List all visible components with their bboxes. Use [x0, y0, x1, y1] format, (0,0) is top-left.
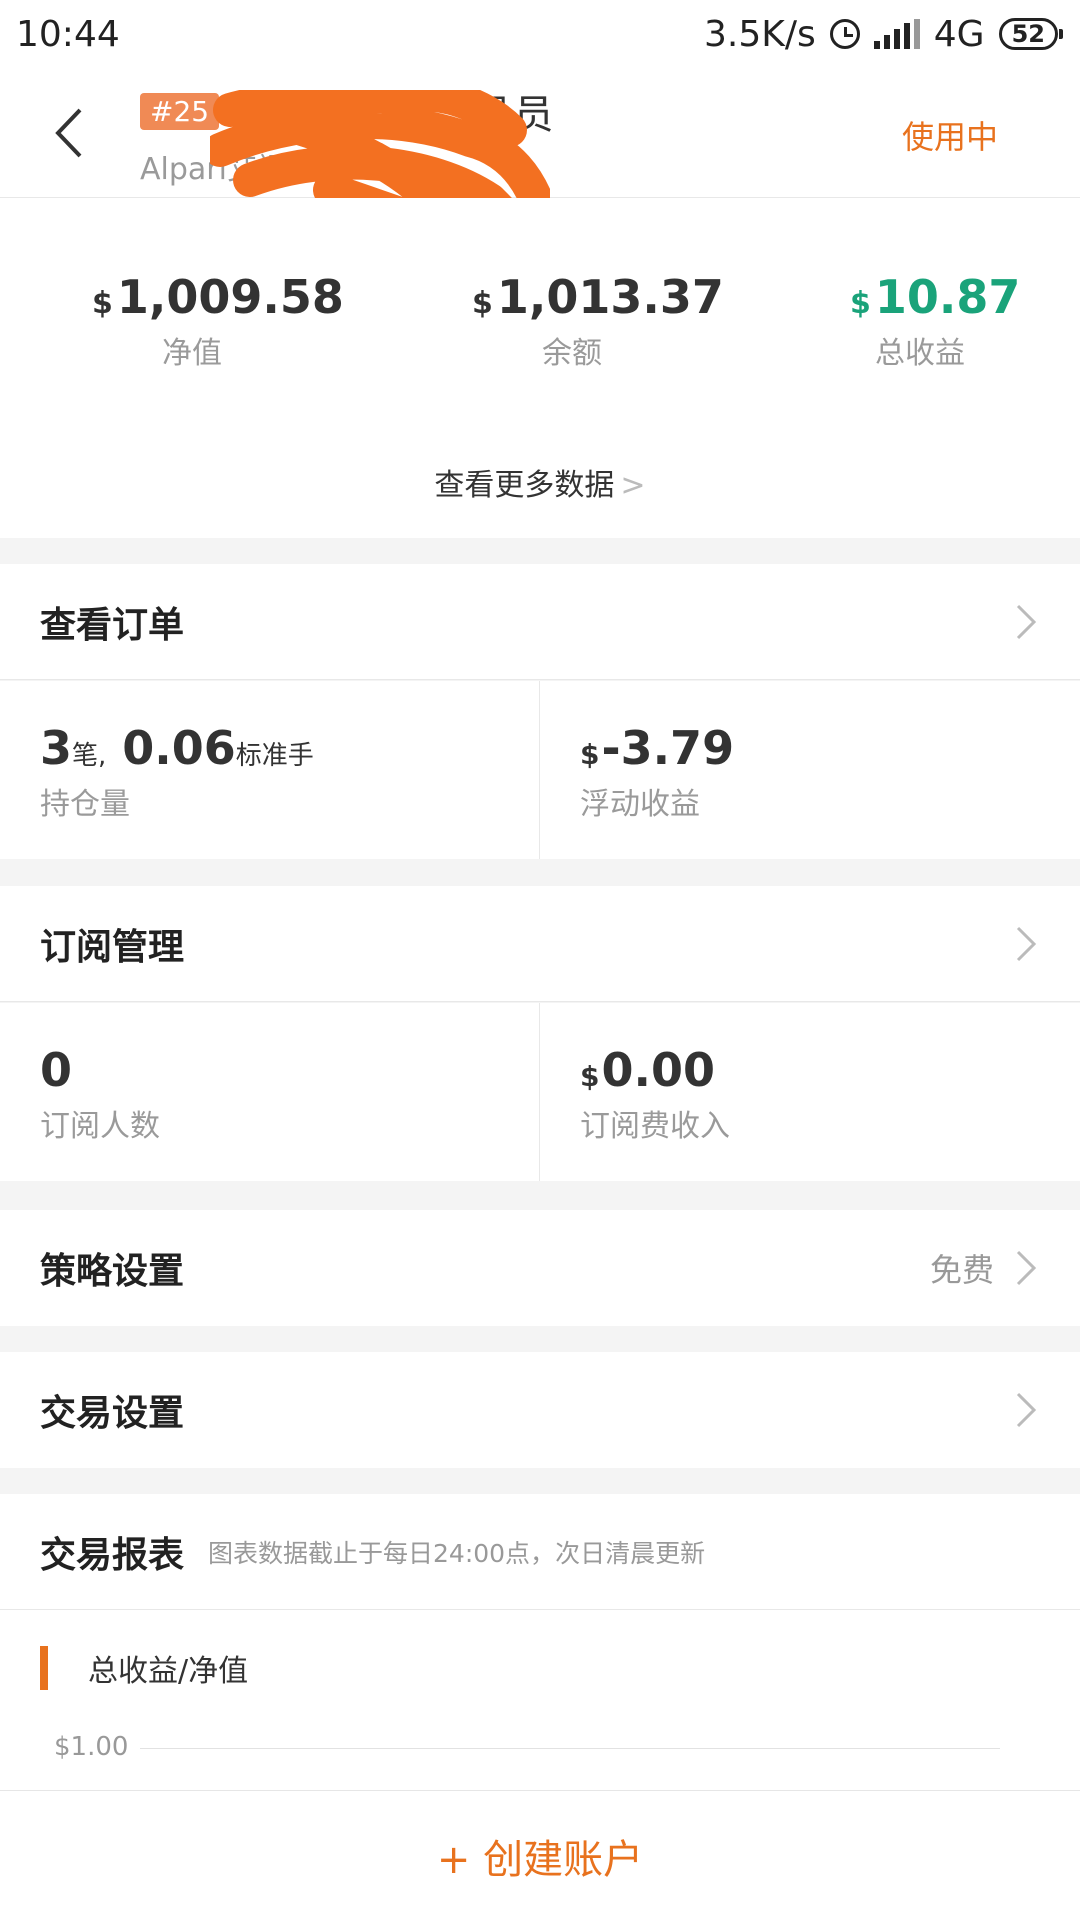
account-summary: $1,009.58 净值 $1,013.37 余额 $10.87 总收益 查看更…: [0, 198, 1080, 538]
subscription-title: 订阅管理: [40, 926, 185, 968]
y-tick-label: $1.00: [54, 1732, 129, 1762]
chevron-right-icon: [1016, 1392, 1037, 1428]
view-orders-title: 查看订单: [40, 604, 185, 646]
alarm-icon: [829, 19, 860, 49]
balance-metric: $1,013.37 余额: [472, 270, 724, 371]
chevron-right-icon: >: [620, 468, 646, 503]
trade-settings-row[interactable]: 交易设置: [0, 1352, 1080, 1468]
floating-profit-stat: $-3.79 浮动收益: [580, 721, 735, 822]
subscription-fee-stat: $0.00 订阅费收入: [580, 1043, 730, 1144]
rank-badge: #25: [140, 92, 220, 130]
subscription-stats: 0 订阅人数 $0.00 订阅费收入: [0, 1003, 1080, 1181]
legend-label: 总收益/净值: [88, 1654, 249, 1689]
orders-stats: 3笔, 0.06标准手 持仓量 $-3.79 浮动收益: [0, 681, 1080, 859]
network-type: 4G: [933, 13, 985, 55]
chevron-right-icon: [1016, 926, 1037, 961]
chevron-right-icon: [1016, 604, 1037, 639]
subscribers-stat: 0 订阅人数: [0, 1003, 540, 1181]
strategy-settings-title: 策略设置: [40, 1251, 185, 1292]
view-orders-row[interactable]: 查看订单: [0, 564, 1080, 680]
net-speed: 3.5K/s: [704, 13, 816, 55]
report-chart: 总收益/净值 $1.00: [0, 1610, 1080, 1790]
strategy-settings-row[interactable]: 策略设置 免费: [0, 1210, 1080, 1326]
signal-icon: [873, 19, 920, 49]
status-time: 10:44: [16, 13, 120, 55]
back-button[interactable]: [44, 98, 94, 168]
strategy-value: 免费: [929, 1251, 994, 1289]
battery-icon: 52: [998, 18, 1064, 50]
net-value-metric: $1,009.58 净值: [92, 270, 344, 371]
status-icons: 3.5K/s 4G 52: [704, 13, 1064, 55]
more-data-link[interactable]: 查看更多数据 >: [0, 460, 1080, 504]
chevron-left-icon: [55, 108, 82, 158]
grid-line: [140, 1748, 1000, 1749]
chart-legend: 总收益/净值: [40, 1646, 248, 1690]
app-header: #25 510 易员 Alpari艾福瑞 使用中: [0, 68, 1080, 260]
status-bar: 10:44 3.5K/s 4G 52: [0, 0, 1080, 68]
legend-marker: [40, 1646, 48, 1690]
subscription-row[interactable]: 订阅管理: [0, 886, 1080, 1002]
total-profit-metric: $10.87 总收益: [850, 270, 1021, 371]
trade-report-title: 交易报表: [40, 1534, 185, 1576]
positions-stat: 3笔, 0.06标准手 持仓量: [0, 681, 540, 859]
chevron-right-icon: [1016, 1250, 1037, 1286]
trade-report-header: 交易报表 图表数据截止于每日24:00点，次日清晨更新: [0, 1494, 1080, 1610]
trade-settings-title: 交易设置: [40, 1393, 185, 1434]
create-account-button[interactable]: + 创建账户: [0, 1790, 1080, 1920]
status-badge: 使用中: [901, 118, 998, 156]
trade-report-note: 图表数据截止于每日24:00点，次日清晨更新: [208, 1538, 706, 1568]
